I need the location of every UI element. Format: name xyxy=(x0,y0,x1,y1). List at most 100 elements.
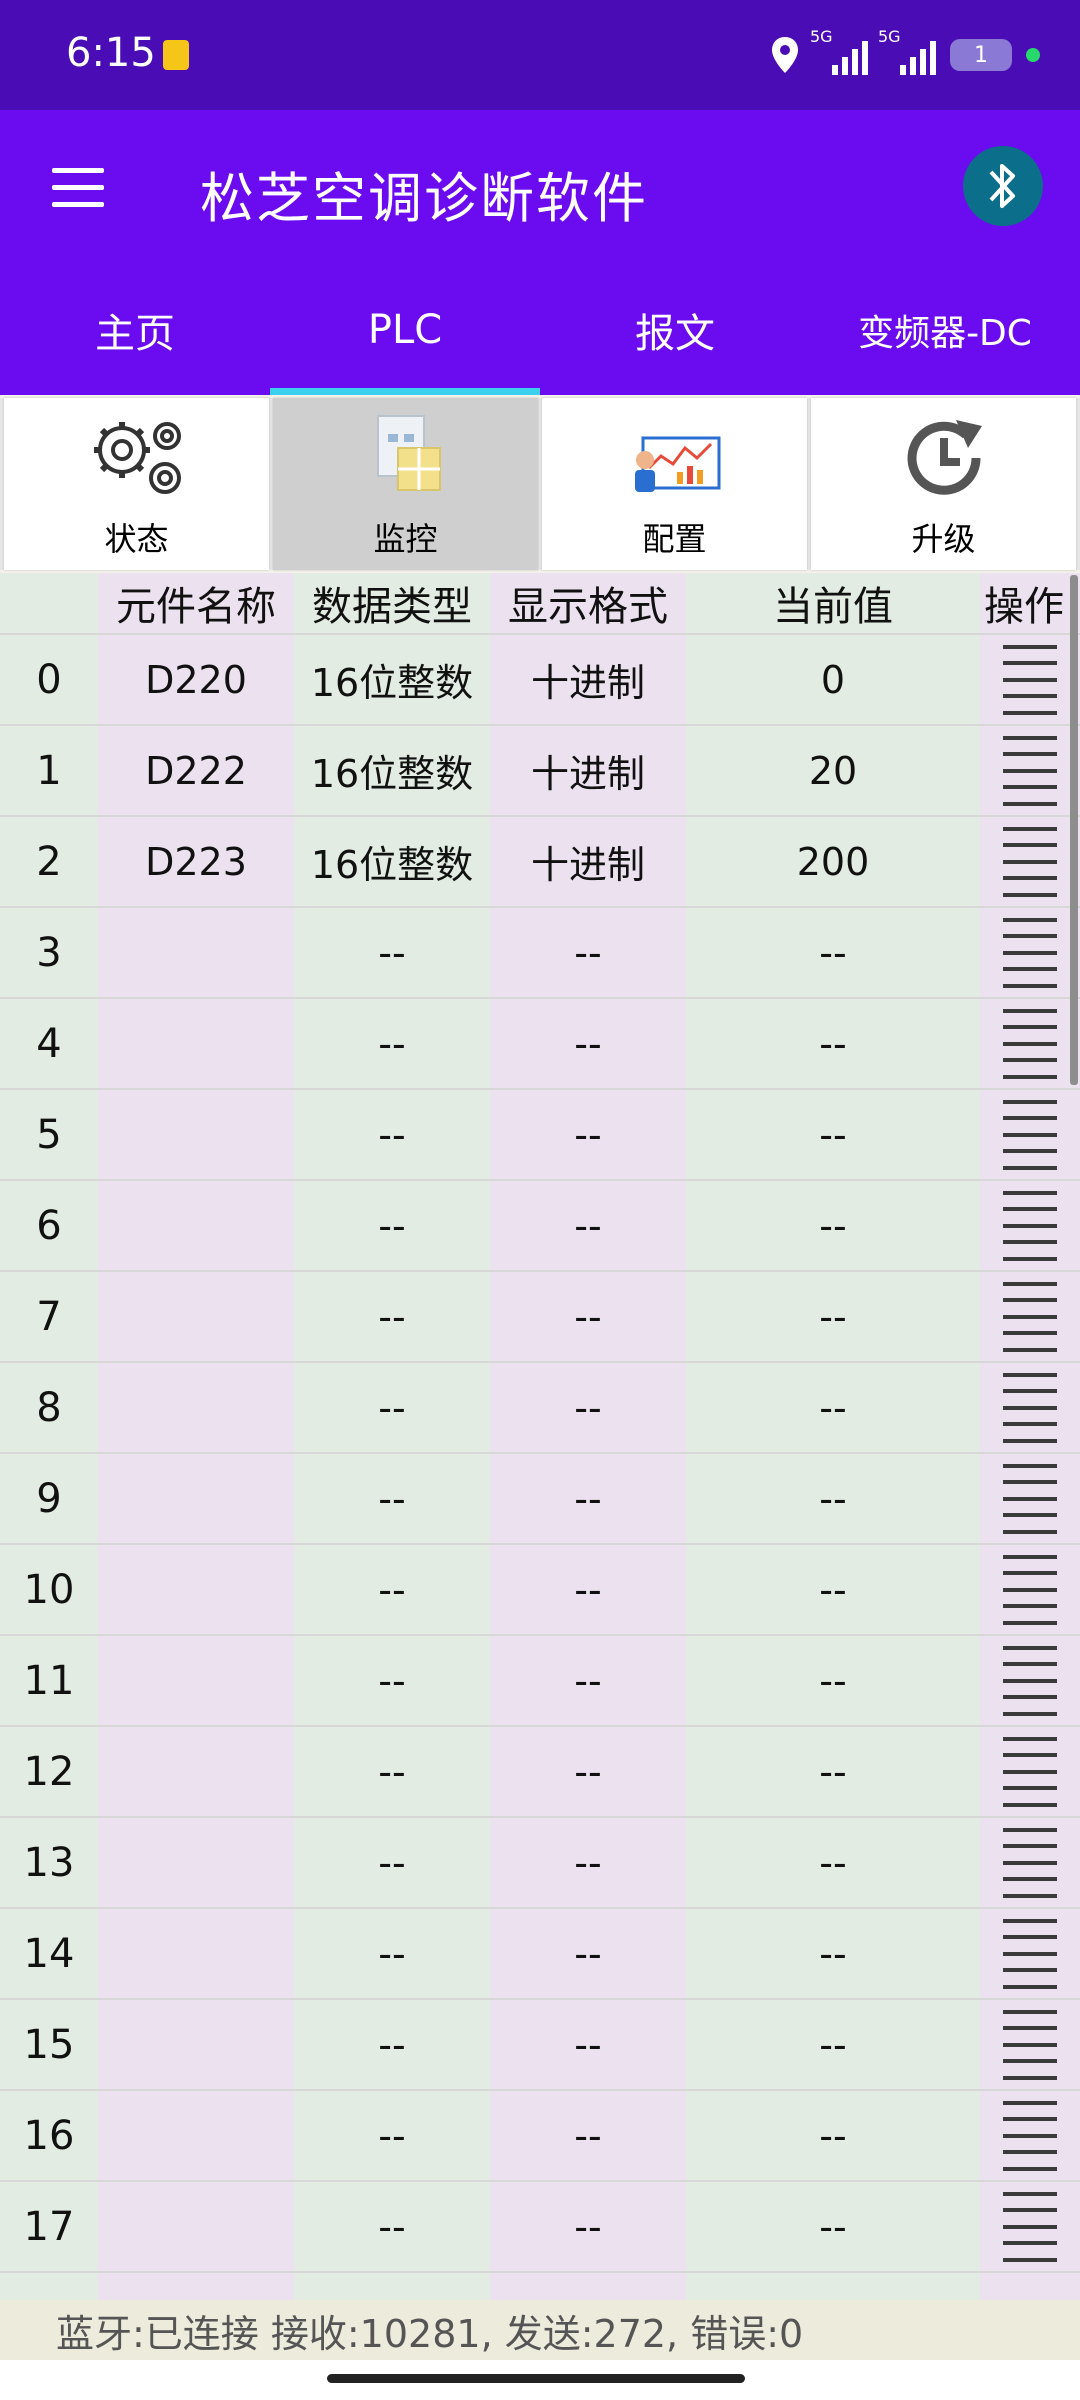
name-cell[interactable] xyxy=(98,1090,294,1179)
format-cell[interactable]: 十进制 xyxy=(490,817,686,906)
upgrade-button[interactable]: 升级 xyxy=(811,398,1076,570)
table-row[interactable]: 15 -- -- -- xyxy=(0,2000,1080,2091)
value-cell[interactable]: -- xyxy=(686,1727,980,1816)
type-cell[interactable]: -- xyxy=(294,1909,490,1998)
name-cell[interactable] xyxy=(98,1818,294,1907)
table-row[interactable]: 16 -- -- -- xyxy=(0,2091,1080,2182)
tab-messages[interactable]: 报文 xyxy=(540,265,810,395)
format-cell[interactable]: -- xyxy=(490,1727,686,1816)
type-cell[interactable]: -- xyxy=(294,1363,490,1452)
type-cell[interactable]: -- xyxy=(294,1272,490,1361)
format-cell[interactable]: -- xyxy=(490,1545,686,1634)
name-cell[interactable] xyxy=(98,1454,294,1543)
type-cell[interactable]: -- xyxy=(294,2182,490,2271)
row-actions-button[interactable] xyxy=(980,1545,1080,1634)
name-cell[interactable] xyxy=(98,908,294,997)
hamburger-menu-icon[interactable] xyxy=(52,168,104,208)
type-cell[interactable]: 16位整数 xyxy=(294,726,490,815)
table-row[interactable]: 13 -- -- -- xyxy=(0,1818,1080,1909)
type-cell[interactable]: -- xyxy=(294,999,490,1088)
format-cell[interactable]: -- xyxy=(490,1818,686,1907)
value-cell[interactable]: -- xyxy=(686,1636,980,1725)
row-actions-button[interactable] xyxy=(980,2091,1080,2180)
value-cell[interactable]: -- xyxy=(686,2091,980,2180)
status-button[interactable]: 状态 xyxy=(4,398,269,570)
format-cell[interactable]: -- xyxy=(490,1454,686,1543)
row-actions-button[interactable] xyxy=(980,1363,1080,1452)
tab-plc[interactable]: PLC xyxy=(270,265,540,395)
value-cell[interactable]: -- xyxy=(686,2182,980,2271)
row-actions-button[interactable] xyxy=(980,1818,1080,1907)
value-cell[interactable]: -- xyxy=(686,1818,980,1907)
name-cell[interactable]: D223 xyxy=(98,817,294,906)
format-cell[interactable]: -- xyxy=(490,1181,686,1270)
type-cell[interactable]: -- xyxy=(294,1636,490,1725)
type-cell[interactable]: 16位整数 xyxy=(294,635,490,724)
format-cell[interactable]: 十进制 xyxy=(490,726,686,815)
value-cell[interactable]: -- xyxy=(686,999,980,1088)
format-cell[interactable]: -- xyxy=(490,2000,686,2089)
format-cell[interactable]: -- xyxy=(490,1909,686,1998)
row-actions-button[interactable] xyxy=(980,1909,1080,1998)
row-actions-button[interactable] xyxy=(980,1272,1080,1361)
table-row[interactable]: 5 -- -- -- xyxy=(0,1090,1080,1181)
value-cell[interactable]: -- xyxy=(686,1454,980,1543)
scrollbar[interactable] xyxy=(1070,575,1078,1085)
table-row[interactable]: 8 -- -- -- xyxy=(0,1363,1080,1454)
format-cell[interactable]: -- xyxy=(490,1272,686,1361)
tab-inverter-dc[interactable]: 变频器-DC xyxy=(810,265,1080,395)
name-cell[interactable] xyxy=(98,1909,294,1998)
name-cell[interactable] xyxy=(98,1727,294,1816)
value-cell[interactable]: -- xyxy=(686,1181,980,1270)
type-cell[interactable]: -- xyxy=(294,1818,490,1907)
value-cell[interactable]: -- xyxy=(686,1363,980,1452)
format-cell[interactable]: -- xyxy=(490,1363,686,1452)
table-row[interactable]: 3 -- -- -- xyxy=(0,908,1080,999)
name-cell[interactable] xyxy=(98,2182,294,2271)
row-actions-button[interactable] xyxy=(980,908,1080,997)
row-actions-button[interactable] xyxy=(980,1090,1080,1179)
row-actions-button[interactable] xyxy=(980,635,1080,724)
type-cell[interactable]: -- xyxy=(294,908,490,997)
format-cell[interactable]: -- xyxy=(490,1090,686,1179)
type-cell[interactable]: -- xyxy=(294,1545,490,1634)
name-cell[interactable] xyxy=(98,2000,294,2089)
value-cell[interactable]: -- xyxy=(686,908,980,997)
table-row[interactable]: 14 -- -- -- xyxy=(0,1909,1080,2000)
table-row[interactable]: 11 -- -- -- xyxy=(0,1636,1080,1727)
table-row[interactable]: 1 D222 16位整数 十进制 20 xyxy=(0,726,1080,817)
type-cell[interactable]: -- xyxy=(294,1727,490,1816)
value-cell[interactable]: -- xyxy=(686,2000,980,2089)
name-cell[interactable] xyxy=(98,1636,294,1725)
format-cell[interactable]: 十进制 xyxy=(490,635,686,724)
table-row[interactable]: 2 D223 16位整数 十进制 200 xyxy=(0,817,1080,908)
table-row[interactable]: 12 -- -- -- xyxy=(0,1727,1080,1818)
type-cell[interactable]: -- xyxy=(294,2000,490,2089)
type-cell[interactable]: -- xyxy=(294,1181,490,1270)
type-cell[interactable]: -- xyxy=(294,1454,490,1543)
row-actions-button[interactable] xyxy=(980,1454,1080,1543)
name-cell[interactable] xyxy=(98,2091,294,2180)
tab-home[interactable]: 主页 xyxy=(0,265,270,395)
home-gesture-handle[interactable] xyxy=(327,2374,745,2383)
name-cell[interactable]: D222 xyxy=(98,726,294,815)
bluetooth-button[interactable] xyxy=(963,146,1043,226)
value-cell[interactable]: -- xyxy=(686,1545,980,1634)
value-cell[interactable]: -- xyxy=(686,1272,980,1361)
value-cell[interactable]: -- xyxy=(686,1909,980,1998)
type-cell[interactable]: 16位整数 xyxy=(294,817,490,906)
row-actions-button[interactable] xyxy=(980,726,1080,815)
row-actions-button[interactable] xyxy=(980,817,1080,906)
row-actions-button[interactable] xyxy=(980,1636,1080,1725)
config-button[interactable]: 配置 xyxy=(542,398,807,570)
table-row[interactable]: 17 -- -- -- xyxy=(0,2182,1080,2273)
type-cell[interactable]: -- xyxy=(294,2091,490,2180)
row-actions-button[interactable] xyxy=(980,2182,1080,2271)
format-cell[interactable]: -- xyxy=(490,999,686,1088)
value-cell[interactable]: 20 xyxy=(686,726,980,815)
row-actions-button[interactable] xyxy=(980,1727,1080,1816)
name-cell[interactable] xyxy=(98,1363,294,1452)
value-cell[interactable]: -- xyxy=(686,1090,980,1179)
format-cell[interactable]: -- xyxy=(490,1636,686,1725)
name-cell[interactable] xyxy=(98,999,294,1088)
